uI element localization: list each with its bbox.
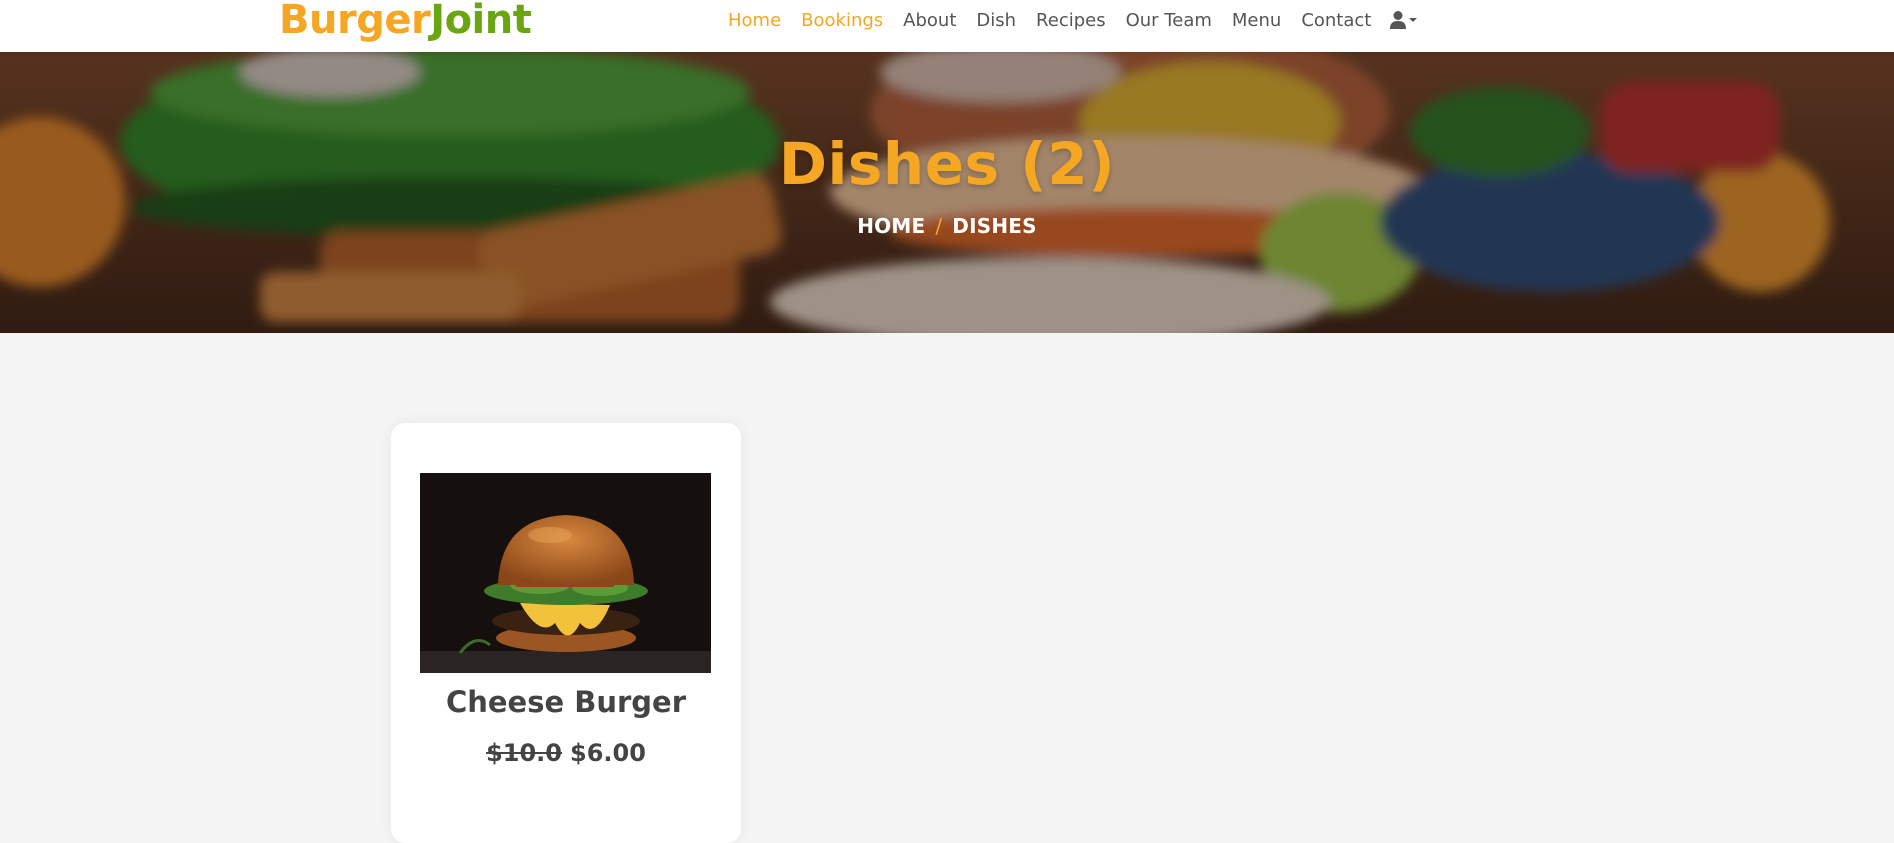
dish-card[interactable]: Cheese Burger $10.0 $6.00 — [391, 423, 741, 843]
main-nav: Home Bookings About Dish Recipes Our Tea… — [728, 0, 1419, 40]
user-menu-dropdown[interactable] — [1389, 10, 1419, 30]
nav-bookings[interactable]: Bookings — [801, 10, 883, 31]
brand-part-joint: Joint — [430, 0, 532, 43]
burger-image — [420, 473, 711, 673]
breadcrumb-current: DISHES — [952, 214, 1037, 238]
dish-current-price: $6.00 — [570, 739, 646, 767]
navbar: BurgerJoint Home Bookings About Dish Rec… — [0, 0, 1894, 52]
brand-part-burger: Burger — [279, 0, 431, 43]
nav-contact[interactable]: Contact — [1301, 10, 1371, 31]
dish-image — [420, 473, 711, 673]
nav-home[interactable]: Home — [728, 10, 781, 31]
caret-down-icon — [1409, 18, 1418, 22]
nav-dish[interactable]: Dish — [976, 10, 1016, 31]
hero-banner: Dishes (2) HOME / DISHES — [0, 52, 1894, 333]
dish-old-price: $10.0 — [486, 739, 562, 767]
dish-name: Cheese Burger — [445, 685, 687, 719]
nav-recipes[interactable]: Recipes — [1036, 10, 1106, 31]
dish-price: $10.0 $6.00 — [391, 739, 741, 767]
page-title: Dishes (2) — [778, 130, 1116, 198]
breadcrumb: HOME / DISHES — [0, 214, 1894, 238]
breadcrumb-home[interactable]: HOME — [857, 214, 925, 238]
nav-menu[interactable]: Menu — [1232, 10, 1281, 31]
breadcrumb-separator: / — [935, 214, 943, 238]
nav-about[interactable]: About — [903, 10, 956, 31]
brand-logo[interactable]: BurgerJoint — [279, 0, 532, 46]
nav-our-team[interactable]: Our Team — [1126, 10, 1212, 31]
user-icon — [1390, 11, 1407, 29]
